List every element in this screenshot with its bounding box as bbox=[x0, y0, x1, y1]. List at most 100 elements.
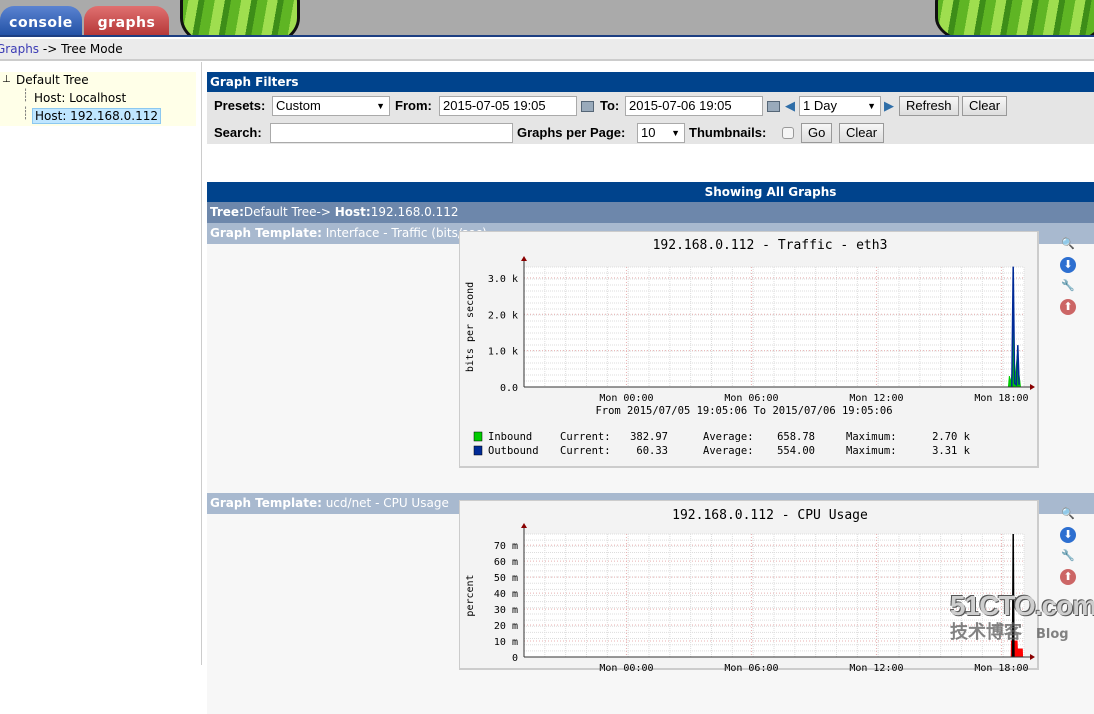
y-axis-arrow bbox=[521, 256, 527, 261]
y-tick-label: 0.0 bbox=[500, 383, 518, 394]
graphs-per-page-select[interactable]: 10 bbox=[637, 123, 685, 143]
legend-text: 3.31 k bbox=[932, 445, 971, 457]
y-tick-label: 20 m bbox=[494, 621, 518, 632]
graphs-per-page-label: Graphs per Page: bbox=[517, 125, 626, 140]
from-label: From: bbox=[395, 98, 432, 113]
presets-select[interactable]: Custom bbox=[272, 96, 390, 116]
x-axis-arrow bbox=[1030, 654, 1035, 660]
presets-label: Presets: bbox=[214, 98, 266, 113]
graph-subtitle: From 2015/07/05 19:05:06 To 2015/07/06 1… bbox=[595, 405, 892, 417]
panel-divider bbox=[201, 62, 202, 665]
series-line bbox=[1011, 533, 1015, 658]
x-tick-label: Mon 12:00 bbox=[849, 393, 903, 404]
legend-text: 554.00 bbox=[777, 445, 815, 457]
template-label: Graph Template: bbox=[210, 496, 322, 510]
traffic-graph[interactable]: 0.0 1.0 k 2.0 k 3.0 k Mon 00:00 Mon 06:00 Mon … bbox=[459, 231, 1047, 468]
y-tick-label: 1.0 k bbox=[488, 347, 518, 358]
tree-line: ┊ bbox=[22, 88, 30, 102]
header-decoration bbox=[180, 0, 300, 35]
tree-line: ┊ bbox=[22, 106, 30, 120]
search-input[interactable] bbox=[270, 123, 513, 143]
y-tick-label: 0 bbox=[512, 653, 518, 664]
tree-value: Default Tree-> bbox=[243, 205, 335, 219]
thumbnails-checkbox[interactable] bbox=[782, 127, 794, 139]
calendar-icon[interactable] bbox=[767, 101, 780, 112]
host-value: 192.168.0.112 bbox=[370, 205, 459, 219]
breadcrumb-graphs-link[interactable]: Graphs bbox=[0, 42, 39, 56]
download-icon[interactable]: ⬇ bbox=[1060, 527, 1076, 543]
breadcrumb: Graphs -> Tree Mode bbox=[0, 39, 1094, 61]
cpu-graph[interactable]: 0 10 m 20 m 30 m 40 m 50 m 60 m 70 m Mon 00:00 Mo… bbox=[459, 500, 1047, 674]
x-tick-label: Mon 18:00 bbox=[974, 663, 1028, 671]
from-date-input[interactable]: 2015-07-05 19:05 bbox=[439, 96, 577, 116]
legend-text: Current: bbox=[560, 431, 611, 443]
shift-right-icon[interactable]: ▶ bbox=[884, 98, 894, 114]
timespan-select[interactable]: 1 Day bbox=[799, 96, 881, 116]
zoom-icon[interactable]: 🔍 bbox=[1060, 236, 1076, 252]
x-tick-label: Mon 12:00 bbox=[849, 663, 903, 671]
y-tick-label: 10 m bbox=[494, 637, 518, 648]
search-label: Search: bbox=[214, 125, 262, 140]
x-tick-label: Mon 06:00 bbox=[724, 393, 778, 404]
legend-text: Average: bbox=[703, 445, 754, 457]
y-tick-label: 2.0 k bbox=[488, 310, 518, 321]
legend-text: 2.70 k bbox=[932, 431, 971, 443]
download-icon[interactable]: ⬇ bbox=[1060, 257, 1076, 273]
graph-title: 192.168.0.112 - CPU Usage bbox=[672, 508, 868, 523]
refresh-button[interactable]: Refresh bbox=[899, 96, 959, 116]
graph-filters-title: Graph Filters bbox=[207, 72, 1094, 92]
legend-text: 60.33 bbox=[636, 445, 668, 457]
tab-graphs[interactable]: graphs bbox=[84, 6, 169, 35]
tab-console[interactable]: console bbox=[0, 6, 82, 35]
y-axis-label: percent bbox=[465, 574, 476, 616]
shift-left-icon[interactable]: ◀ bbox=[785, 98, 795, 114]
wrench-icon[interactable]: 🔧 bbox=[1060, 548, 1076, 564]
move-up-icon[interactable]: ⬆ bbox=[1060, 299, 1076, 315]
breadcrumb-current: -> Tree Mode bbox=[39, 42, 123, 56]
tree-item-localhost[interactable]: Host: Localhost bbox=[34, 91, 126, 105]
tree-label: Tree: bbox=[210, 205, 244, 219]
tree-item-host-selected[interactable]: Host: 192.168.0.112 bbox=[32, 108, 161, 124]
x-axis-arrow bbox=[1030, 384, 1035, 390]
legend-text: Maximum: bbox=[846, 445, 897, 457]
clear-search-button[interactable]: Clear bbox=[839, 123, 885, 143]
y-axis-label: bits per second bbox=[465, 282, 476, 372]
tree-root[interactable]: Default Tree bbox=[16, 73, 89, 87]
graph-title: 192.168.0.112 - Traffic - eth3 bbox=[653, 238, 888, 253]
legend-text: 382.97 bbox=[630, 431, 668, 443]
legend-text: 658.78 bbox=[777, 431, 815, 443]
legend-swatch bbox=[473, 445, 483, 456]
legend-text: Current: bbox=[560, 445, 611, 457]
clear-button[interactable]: Clear bbox=[962, 96, 1008, 116]
y-tick-label: 60 m bbox=[494, 557, 518, 568]
graph-tree: ⊥ Default Tree ┊ Host: Localhost ┊ Host:… bbox=[0, 72, 196, 126]
header: console graphs bbox=[0, 0, 1094, 37]
template-value: ucd/net - CPU Usage bbox=[321, 496, 449, 510]
legend-text: Maximum: bbox=[846, 431, 897, 443]
graphs-per-page-value: 10 bbox=[641, 125, 656, 140]
template-label: Graph Template: bbox=[210, 226, 322, 240]
wrench-icon[interactable]: 🔧 bbox=[1060, 278, 1076, 294]
tree-expand-icon[interactable]: ⊥ bbox=[2, 74, 11, 85]
to-date-input[interactable]: 2015-07-06 19:05 bbox=[625, 96, 763, 116]
zoom-icon[interactable]: 🔍 bbox=[1060, 506, 1076, 522]
move-up-icon[interactable]: ⬆ bbox=[1060, 569, 1076, 585]
graph-filters: Presets: Custom From: 2015-07-05 19:05 T… bbox=[207, 92, 1094, 144]
x-tick-label: Mon 00:00 bbox=[599, 393, 653, 404]
legend-swatch bbox=[473, 431, 483, 442]
calendar-icon[interactable] bbox=[581, 101, 594, 112]
y-tick-label: 30 m bbox=[494, 605, 518, 616]
y-tick-label: 70 m bbox=[494, 541, 518, 552]
y-tick-label: 50 m bbox=[494, 573, 518, 584]
y-tick-label: 3.0 k bbox=[488, 274, 518, 285]
presets-value: Custom bbox=[276, 98, 321, 113]
to-label: To: bbox=[600, 98, 620, 113]
x-tick-label: Mon 06:00 bbox=[724, 663, 778, 671]
showing-all-graphs: Showing All Graphs bbox=[207, 182, 1094, 202]
legend-text: Average: bbox=[703, 431, 754, 443]
y-axis-arrow bbox=[521, 523, 527, 528]
host-label: Host: bbox=[334, 205, 371, 219]
legend-text: Inbound bbox=[488, 431, 532, 443]
header-decoration bbox=[935, 0, 1094, 35]
go-button[interactable]: Go bbox=[801, 123, 833, 143]
